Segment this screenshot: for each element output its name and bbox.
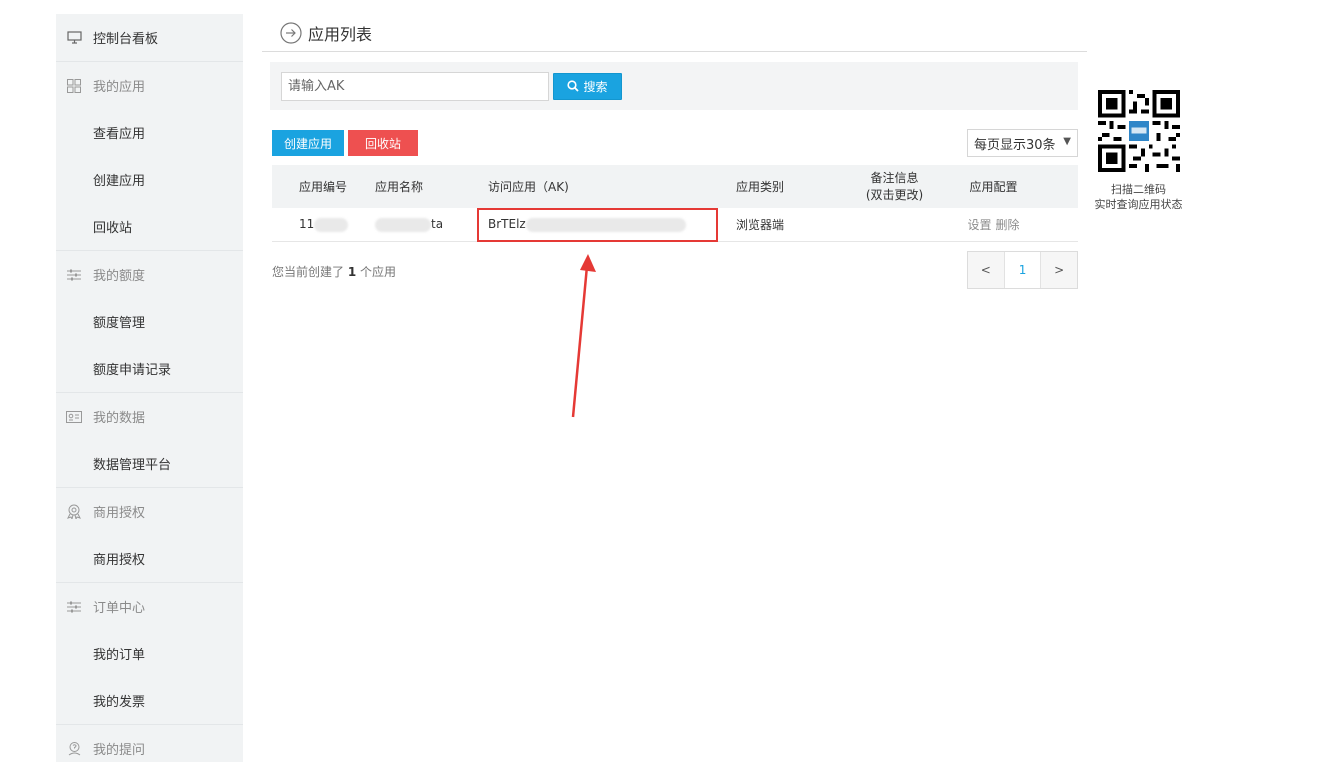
search-icon [567, 80, 580, 92]
col-header-note-line2: (双击更改) [865, 187, 924, 202]
qr-caption-line1: 扫描二维码 [1111, 183, 1166, 196]
recycle-bin-button[interactable]: 回收站 [348, 130, 418, 156]
next-page-button[interactable]: > [1041, 252, 1078, 288]
sidebar-group-apps: 我的应用 查看应用 创建应用 回收站 [56, 62, 243, 251]
toolbar: 创建应用 回收站 每页显示30条 ▼ [272, 129, 1078, 157]
sidebar-head-my-apps[interactable]: 我的应用 [56, 62, 243, 109]
sidebar-item-commercial-license[interactable]: 商用授权 [56, 535, 243, 582]
grid-icon [66, 78, 82, 94]
sidebar-group-orders: 订单中心 我的订单 我的发票 [56, 583, 243, 725]
app-table: 应用编号 应用名称 访问应用（AK) 应用类别 备注信息 (双击更改) 应用配置… [272, 165, 1078, 242]
page-header: 应用列表 [262, 14, 1087, 52]
sidebar-head-my-data[interactable]: 我的数据 [56, 393, 243, 440]
sidebar-head-label: 我的额度 [93, 269, 146, 284]
sidebar-group-questions: 我的提问 [56, 725, 243, 762]
col-header-name: 应用名称 [375, 180, 424, 194]
table-footer: 您当前创建了 1 个应用 < 1 > [272, 251, 1078, 289]
sidebar-item-label: 控制台看板 [93, 32, 159, 47]
page-size-value: 每页显示30条 [974, 137, 1056, 153]
sidebar-group-license: 商用授权 商用授权 [56, 488, 243, 583]
page-size-select[interactable]: 每页显示30条 ▼ [967, 129, 1078, 157]
sidebar: 控制台看板 我的应用 查看应用 创建应用 回收站 我的额度 额度管理 额度申请记… [56, 14, 243, 762]
sidebar-head-label: 我的应用 [93, 80, 146, 95]
cell-id: 11 [272, 217, 352, 232]
monitor-icon [66, 30, 82, 46]
col-header-note-line1: 备注信息 [870, 170, 919, 185]
sidebar-item-dashboard[interactable]: 控制台看板 [56, 14, 243, 61]
col-header-ak: 访问应用（AK) [488, 180, 569, 194]
sidebar-head-label: 订单中心 [93, 601, 146, 616]
id-card-icon [66, 409, 82, 425]
search-input[interactable] [281, 71, 549, 101]
qr-code-icon [1097, 90, 1180, 172]
sidebar-item-create-app[interactable]: 创建应用 [56, 156, 243, 203]
sidebar-head-label: 我的提问 [93, 743, 146, 758]
app-name-text: ta [431, 217, 444, 232]
question-user-icon [66, 741, 82, 757]
sidebar-group-data: 我的数据 数据管理平台 [56, 393, 243, 488]
col-header-type: 应用类别 [736, 180, 785, 194]
page-1-button[interactable]: 1 [1004, 252, 1042, 288]
app-count-text: 您当前创建了 1 个应用 [272, 263, 396, 280]
count-value: 1 [347, 265, 357, 279]
col-header-config: 应用配置 [969, 180, 1018, 194]
sidebar-group-quota: 我的额度 额度管理 额度申请记录 [56, 251, 243, 393]
search-button-label: 搜索 [583, 79, 608, 94]
annotation-arrow [571, 254, 596, 418]
sidebar-item-recycle-bin[interactable]: 回收站 [56, 203, 243, 250]
prev-page-button[interactable]: < [968, 252, 1005, 288]
qr-caption: 扫描二维码 实时查询应用状态 [1086, 182, 1191, 212]
sidebar-head-label: 我的数据 [93, 411, 146, 426]
col-header-id: 应用编号 [299, 180, 348, 194]
sidebar-head-orders[interactable]: 订单中心 [56, 583, 243, 630]
sidebar-item-my-orders[interactable]: 我的订单 [56, 630, 243, 677]
table-header: 应用编号 应用名称 访问应用（AK) 应用类别 备注信息 (双击更改) 应用配置 [272, 165, 1078, 208]
sliders-icon [66, 599, 82, 615]
sidebar-item-quota-records[interactable]: 额度申请记录 [56, 345, 243, 392]
cell-type: 浏览器端 [736, 218, 785, 232]
search-bar: 搜索 [270, 62, 1078, 110]
count-suffix: 个应用 [360, 265, 397, 279]
redacted-mask [314, 217, 349, 232]
caret-down-icon: ▼ [1063, 136, 1071, 147]
cell-config: 设置 删除 [946, 216, 1041, 233]
app-id-text: 11 [299, 217, 315, 232]
create-app-button[interactable]: 创建应用 [272, 130, 344, 156]
page-title: 应用列表 [308, 24, 373, 44]
sidebar-item-data-platform[interactable]: 数据管理平台 [56, 440, 243, 487]
qr-caption-line2: 实时查询应用状态 [1094, 198, 1183, 211]
col-header-note: 备注信息 (双击更改) [843, 170, 946, 204]
sidebar-item-quota-manage[interactable]: 额度管理 [56, 298, 243, 345]
main-content: 应用列表 搜索 创建应用 回收站 每页显示30条 ▼ 应用编号 应用名称 访问应… [262, 14, 1087, 289]
sliders-icon [66, 267, 82, 283]
badge-icon [66, 504, 82, 520]
sidebar-item-view-apps[interactable]: 查看应用 [56, 109, 243, 156]
sidebar-group-dashboard: 控制台看板 [56, 14, 243, 62]
table-row: 11 ta BrTElz 浏览器端 设置 删除 [272, 208, 1078, 242]
ak-highlight-box [477, 208, 718, 242]
redacted-mask [375, 217, 431, 232]
search-button[interactable]: 搜索 [553, 72, 622, 100]
sidebar-head-label: 商用授权 [93, 506, 146, 521]
sidebar-head-questions[interactable]: 我的提问 [56, 725, 243, 762]
delete-link[interactable]: 删除 [996, 218, 1020, 232]
pagination: < 1 > [967, 251, 1078, 289]
count-prefix: 您当前创建了 [272, 265, 345, 279]
settings-link[interactable]: 设置 [967, 218, 991, 232]
cell-name: ta [352, 217, 470, 232]
sidebar-head-my-quota[interactable]: 我的额度 [56, 251, 243, 298]
sidebar-head-commercial[interactable]: 商用授权 [56, 488, 243, 535]
qr-block: 扫描二维码 实时查询应用状态 [1086, 90, 1191, 212]
arrow-circle-icon [280, 21, 302, 44]
sidebar-item-my-invoices[interactable]: 我的发票 [56, 677, 243, 724]
